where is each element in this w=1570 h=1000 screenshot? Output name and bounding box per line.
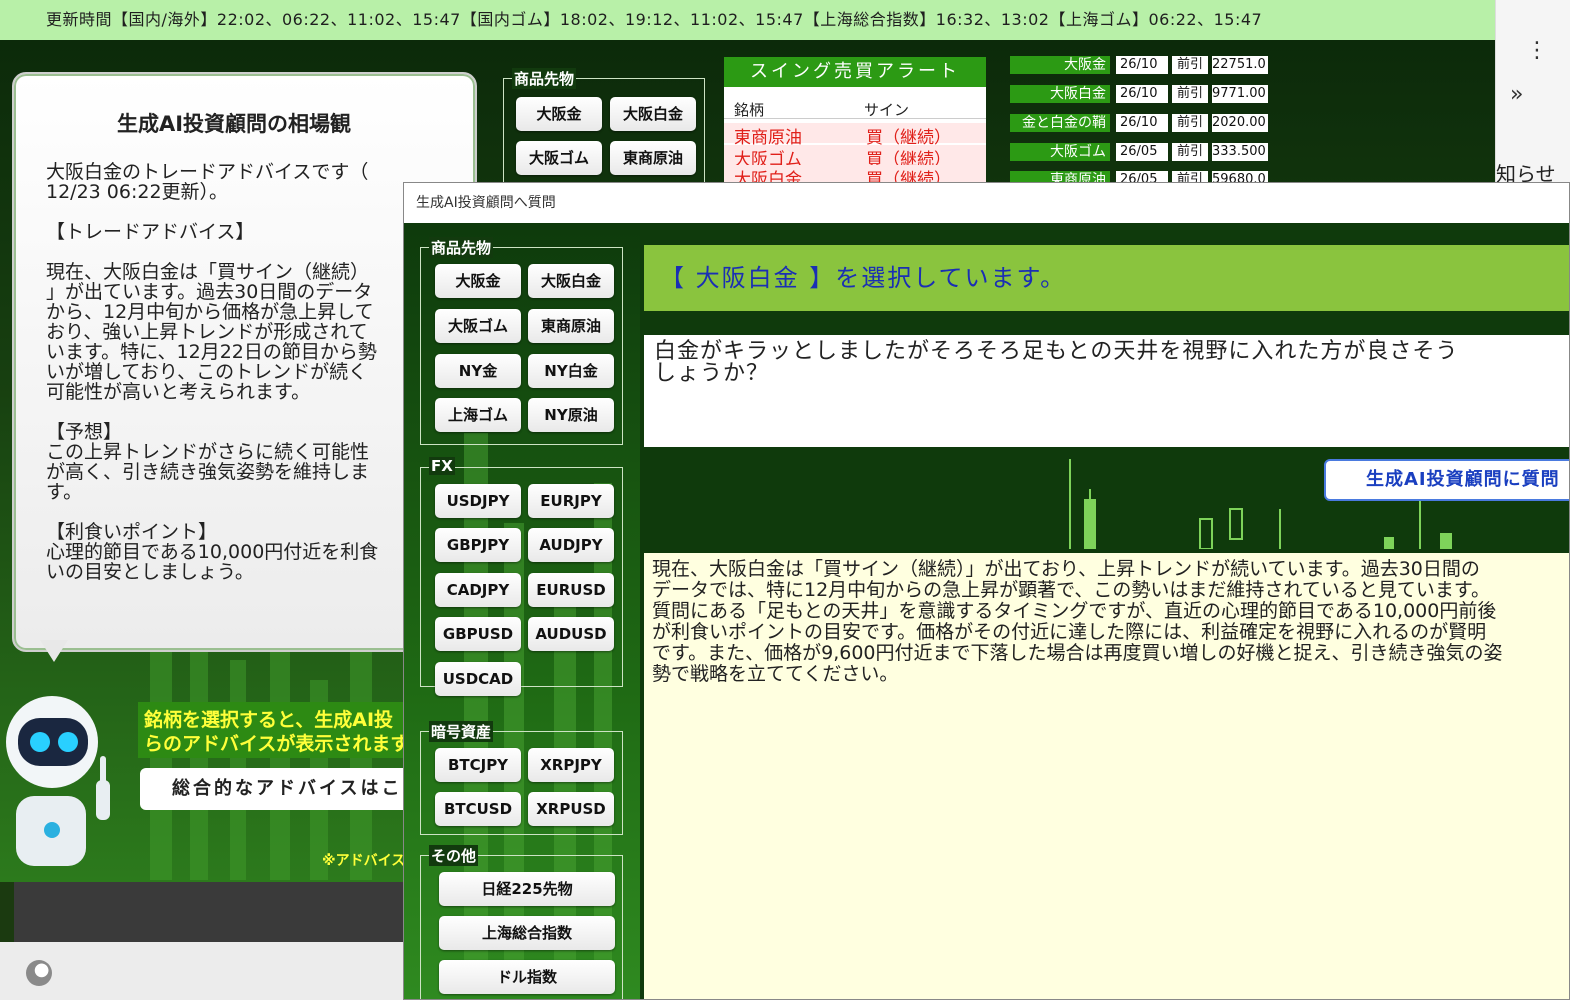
commodity-button[interactable]: 東商原油	[528, 309, 614, 343]
price-session: 前引	[1172, 85, 1208, 103]
overall-advice-button[interactable]: 総合的なアドバイスはこ	[140, 768, 410, 810]
question-input[interactable]: 白金がキラッとしましたがそろそろ足もとの天井を視野に入れた方が良さそう しょうか…	[644, 335, 1569, 447]
price-name: 大阪白金	[1010, 85, 1110, 103]
price-row: 大阪白金 26/10 前引 9771.00	[1010, 85, 1272, 103]
fx-button[interactable]: AUDUSD	[528, 617, 614, 651]
commodity-button[interactable]: 大阪金	[435, 264, 521, 298]
top-commodities-group: 商品先物 大阪金 大阪白金 大阪ゴム 東商原油	[503, 68, 705, 186]
advisor-advice-text: 大阪白金のトレードアドバイスです（ 12/23 06:22更新）。 【トレードア…	[46, 161, 379, 583]
swing-alert-row[interactable]: 大阪ゴム 買（継続）	[724, 145, 986, 170]
crypto-button[interactable]: XRPUSD	[528, 792, 614, 826]
fx-button[interactable]: EURUSD	[528, 573, 614, 607]
price-session: 前引	[1172, 143, 1208, 161]
disclaimer-text: ※アドバイス	[322, 853, 406, 869]
advisor-answer-text: 現在、大阪白金は「買サイン（継続）」が出ており、上昇トレンドが続いています。過去…	[644, 553, 1569, 999]
dialog-title: 生成AI投資顧問へ質問	[404, 183, 1569, 223]
crypto-button[interactable]: BTCUSD	[435, 792, 521, 826]
top-commodity-button[interactable]: 大阪ゴム	[516, 141, 602, 175]
update-times-ticker: 更新時間【国内/海外】22:02、06:22、11:02、15:47【国内ゴム】…	[0, 0, 1495, 40]
other-button[interactable]: ドル指数	[439, 960, 615, 994]
crypto-legend: 暗号資産	[429, 721, 494, 742]
question-panel: 【 大阪白金 】を選択しています。 白金がキラッとしましたがそろそろ足もとの天井…	[640, 223, 1569, 999]
price-contract: 26/05	[1116, 143, 1168, 161]
price-value: 22751.0	[1212, 56, 1268, 74]
commodity-button[interactable]: 大阪ゴム	[435, 309, 521, 343]
price-value: 2020.00	[1212, 114, 1268, 132]
ask-advisor-button[interactable]: 生成AI投資顧問に質問	[1324, 459, 1569, 501]
swing-col-name: 銘柄	[734, 101, 765, 119]
fx-button[interactable]: USDCAD	[435, 662, 521, 696]
other-group: その他 日経225先物 上海総合指数 ドル指数	[420, 845, 623, 999]
fx-button[interactable]: AUDJPY	[528, 528, 614, 562]
swing-alert-panel: スイング売買アラート 銘柄 サイン 東商原油 買（継続） 大阪ゴム 買（継続） …	[724, 57, 986, 185]
commodity-button[interactable]: NY原油	[528, 398, 614, 432]
bottom-dark-strip	[14, 882, 406, 942]
robot-instruction-note: 銘柄を選択すると、生成AI投 らのアドバイスが表示されます。	[138, 702, 408, 758]
price-row: 大阪金 26/10 前引 22751.0	[1010, 56, 1272, 74]
price-row: 大阪ゴム 26/05 前引 333.500	[1010, 143, 1272, 161]
chevron-right-icon[interactable]: »	[1510, 82, 1523, 107]
bubble-tail	[40, 640, 68, 662]
commodity-button[interactable]: NY金	[435, 354, 521, 388]
crypto-button[interactable]: XRPJPY	[528, 748, 614, 782]
price-value: 333.500	[1212, 143, 1268, 161]
price-session: 前引	[1172, 114, 1208, 132]
robot-mascot-icon	[6, 696, 110, 866]
swing-col-sign: サイン	[864, 101, 910, 119]
price-name: 大阪ゴム	[1010, 143, 1110, 161]
price-contract: 26/10	[1116, 56, 1168, 74]
fx-button[interactable]: EURJPY	[528, 484, 614, 518]
commodity-button[interactable]: 大阪白金	[528, 264, 614, 298]
crypto-group: 暗号資産 BTCJPY XRPJPY BTCUSD XRPUSD	[420, 721, 623, 835]
ask-advisor-dialog: 生成AI投資顧問へ質問 商品先物 大阪金 大阪白金 大阪ゴム 東商原油 NY金 …	[403, 182, 1570, 1000]
price-session: 前引	[1172, 56, 1208, 74]
instrument-selector-panel: 商品先物 大阪金 大阪白金 大阪ゴム 東商原油 NY金 NY白金 上海ゴム NY…	[404, 223, 640, 999]
top-commodity-button[interactable]: 大阪白金	[610, 97, 696, 131]
selected-instrument-banner: 【 大阪白金 】を選択しています。	[644, 245, 1569, 311]
price-row: 金と白金の鞘 26/10 前引 2020.00	[1010, 114, 1272, 132]
price-contract: 26/10	[1116, 85, 1168, 103]
top-commodities-legend: 商品先物	[512, 68, 577, 89]
more-menu-icon[interactable]: ⋮	[1526, 38, 1548, 63]
commodities-legend: 商品先物	[429, 237, 494, 258]
other-legend: その他	[429, 845, 479, 866]
top-commodity-button[interactable]: 大阪金	[516, 97, 602, 131]
fx-button[interactable]: GBPJPY	[435, 528, 521, 562]
browser-side-panel: ⋮ » 知らせ	[1495, 0, 1570, 186]
fx-legend: FX	[429, 457, 455, 475]
fx-button[interactable]: CADJPY	[435, 573, 521, 607]
advisor-title: 生成AI投資顧問の相場観	[116, 112, 352, 136]
price-contract: 26/10	[1116, 114, 1168, 132]
swing-alert-header: 銘柄 サイン	[724, 87, 986, 119]
commodity-button[interactable]: NY白金	[528, 354, 614, 388]
fx-button[interactable]: USDJPY	[435, 484, 521, 518]
other-button[interactable]: 上海総合指数	[439, 916, 615, 950]
bottom-light-strip	[0, 942, 406, 1000]
swing-alert-row[interactable]: 東商原油 買（継続）	[724, 123, 986, 148]
other-button[interactable]: 日経225先物	[439, 872, 615, 906]
price-value: 9771.00	[1212, 85, 1268, 103]
price-name: 大阪金	[1010, 56, 1110, 74]
commodity-button[interactable]: 上海ゴム	[435, 398, 521, 432]
crypto-button[interactable]: BTCJPY	[435, 748, 521, 782]
price-name: 金と白金の鞘	[1010, 114, 1110, 132]
fx-button[interactable]: GBPUSD	[435, 617, 521, 651]
top-commodity-button[interactable]: 東商原油	[610, 141, 696, 175]
commodities-group: 商品先物 大阪金 大阪白金 大阪ゴム 東商原油 NY金 NY白金 上海ゴム NY…	[420, 237, 623, 445]
loading-spinner-icon	[26, 960, 52, 986]
fx-group: FX USDJPY EURJPY GBPJPY AUDJPY CADJPY EU…	[420, 457, 623, 696]
swing-alert-title: スイング売買アラート	[724, 57, 986, 87]
